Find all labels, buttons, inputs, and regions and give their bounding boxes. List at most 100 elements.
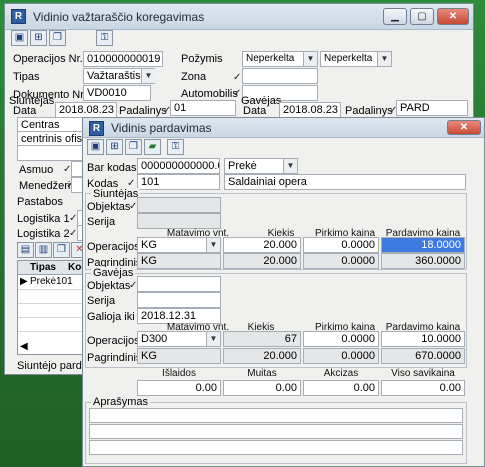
back-window-title: Vidinio važtaraščio koregavimas: [33, 10, 205, 24]
siuntejas-pg-vnt-field[interactable]: KG: [137, 253, 221, 269]
grid-col-tipas[interactable]: Tipas: [30, 262, 56, 273]
bar-kodas-field[interactable]: 000000000000.0: [137, 158, 220, 174]
scroll-left-icon[interactable]: ◀: [20, 341, 28, 352]
siuntejas-op-pard-field[interactable]: 18.0000: [381, 237, 465, 253]
gavejas-padalinys-label: Padalinys: [345, 105, 393, 117]
aprasymas-line-1[interactable]: [89, 408, 463, 423]
logistika1-label: Logistika 1: [17, 213, 70, 225]
grid-line: [18, 289, 86, 290]
chevron-down-icon[interactable]: ▼: [206, 332, 220, 346]
app-icon: R: [89, 121, 104, 136]
siuntejas-op-pirk-field[interactable]: 0.0000: [303, 237, 379, 253]
muitas-field[interactable]: 0.00: [223, 380, 301, 396]
asmuo-label: Asmuo: [19, 164, 54, 176]
copy-icon[interactable]: ❐: [125, 139, 142, 155]
grid-cell-kod[interactable]: 101: [56, 276, 73, 287]
grid-line: [18, 303, 86, 304]
close-button[interactable]: ✕: [437, 8, 469, 25]
copy-row-icon[interactable]: ❐: [53, 242, 70, 258]
galioja-iki-label: Galioja iki: [87, 311, 135, 323]
siuntejas-op-kiekis-field[interactable]: 20.000: [223, 237, 301, 253]
serija-label: Serija: [87, 216, 116, 228]
siuntejas-group-title: Siuntėjas: [91, 188, 141, 200]
zona-label: Zona: [181, 71, 207, 83]
key-icon[interactable]: ⚿: [167, 139, 184, 155]
islaidos-field[interactable]: 0.00: [137, 380, 221, 396]
folder-icon[interactable]: ▰: [144, 139, 161, 155]
automobilis-label: Automobilis: [181, 88, 238, 100]
aprasymas-line-3[interactable]: [89, 440, 463, 455]
close-button[interactable]: ✕: [447, 120, 481, 135]
col-islaidos: Išlaidos: [162, 368, 196, 379]
gavejas-group-title: Gavėjas: [91, 267, 136, 279]
zona-field[interactable]: [242, 68, 318, 84]
gavejas-operacijos-label: Operacijos: [87, 335, 140, 347]
tree-icon[interactable]: ⊞: [106, 139, 123, 155]
siuntejas-pg-pard-field[interactable]: 360.0000: [381, 253, 465, 269]
siuntejas-padalinys-field[interactable]: 01: [170, 100, 236, 116]
row-pointer-icon: ▶: [20, 276, 28, 287]
minimize-button[interactable]: ▁: [383, 8, 407, 25]
chevron-down-icon[interactable]: ▼: [141, 69, 155, 83]
operacijos-nr-label: Operacijos Nr.: [13, 53, 83, 65]
app-icon: R: [11, 9, 26, 24]
aprasymas-line-2[interactable]: [89, 424, 463, 439]
gavejas-data-field[interactable]: 2018.08.23: [279, 102, 341, 118]
maximize-button[interactable]: ▢: [410, 8, 434, 25]
viso-savikaina-field[interactable]: 0.00: [381, 380, 465, 396]
siuntejas-pg-kiekis-field[interactable]: 20.000: [223, 253, 301, 269]
operacijos-label: Operacijos: [87, 241, 140, 253]
gavejas-pg-pard-field[interactable]: 670.0000: [381, 348, 465, 364]
items-grid[interactable]: Tipas Kod ▶ Prekė 101 ◀: [17, 260, 87, 355]
save-icon[interactable]: ▣: [87, 139, 104, 155]
copy-icon[interactable]: ❐: [49, 30, 66, 46]
gavejas-padalinys-field[interactable]: PARD: [396, 100, 468, 116]
siuntejas-objektas-field[interactable]: [137, 197, 221, 213]
front-window-titlebar[interactable]: R Vidinis pardavimas ✕: [83, 118, 484, 138]
gavejas-op-pard-field[interactable]: 10.0000: [381, 331, 465, 347]
tipas-label: Tipas: [13, 71, 40, 83]
tree-icon[interactable]: ⊞: [30, 30, 47, 46]
grid-line: [18, 317, 86, 318]
pozymis-label: Požymis: [181, 53, 223, 65]
siuntejas-serija-field[interactable]: [137, 213, 221, 229]
key-icon[interactable]: ⚿: [96, 30, 113, 46]
bar-kodas-label: Bar kodas: [87, 162, 137, 174]
gavejas-serija-field[interactable]: [137, 292, 221, 308]
col-akcizas: Akcizas: [323, 368, 359, 379]
akcizas-field[interactable]: 0.00: [303, 380, 379, 396]
gavejas-op-pirk-field[interactable]: 0.0000: [303, 331, 379, 347]
gavejas-pg-pirk-field[interactable]: 0.0000: [303, 348, 379, 364]
operacijos-nr-field[interactable]: 010000000019: [83, 51, 163, 67]
siuntejas-padalinys-label: Padalinys: [119, 105, 167, 117]
kodas-field[interactable]: 101: [137, 174, 220, 190]
siuntejas-extra-field[interactable]: [17, 145, 87, 161]
siuntejas-data-label: Data: [13, 105, 37, 117]
chevron-down-icon[interactable]: ▼: [283, 159, 297, 173]
save-icon[interactable]: ▣: [11, 30, 28, 46]
dokumento-nr-field[interactable]: VD0010: [83, 85, 151, 101]
gavejas-objektas-field[interactable]: [137, 276, 221, 292]
grid-cell-tipas[interactable]: Prekė: [30, 276, 56, 287]
new-row-icon[interactable]: ▤: [17, 242, 34, 258]
front-window-title: Vidinis pardavimas: [111, 121, 212, 135]
siuntejas-pg-pirk-field[interactable]: 0.0000: [303, 253, 379, 269]
chevron-down-icon[interactable]: ▼: [303, 52, 317, 66]
gavejas-pg-kiekis-field[interactable]: 20.000: [223, 348, 301, 364]
siuntejas-data-field[interactable]: 2018.08.23: [55, 102, 117, 118]
edit-row-icon[interactable]: ▥: [35, 242, 52, 258]
objektas-label: Objektas: [87, 201, 131, 213]
gavejas-op-kiekis-field[interactable]: 67: [223, 331, 301, 347]
gavejas-pg-vnt-field[interactable]: KG: [137, 348, 221, 364]
front-window: R Vidinis pardavimas ✕ ▣ ⊞ ❐ ▰ ⚿ Bar kod…: [82, 117, 485, 467]
chevron-down-icon[interactable]: ▼: [377, 52, 391, 66]
logistika2-label: Logistika 2: [17, 228, 70, 240]
checkmark-icon: ✓: [233, 72, 242, 83]
aprasymas-group-title: Aprašymas: [91, 396, 151, 408]
back-window-titlebar[interactable]: R Vidinio važtaraščio koregavimas ▁ ▢ ✕: [5, 4, 473, 30]
gavejas-data-label: Data: [243, 105, 267, 117]
gavejas-serija-label: Serija: [87, 295, 116, 307]
chevron-down-icon[interactable]: ▼: [206, 238, 220, 252]
pavadinimas-field[interactable]: Saldainiai opera: [224, 174, 466, 190]
gavejas-pagrindinis-label: Pagrindinis: [87, 352, 142, 364]
